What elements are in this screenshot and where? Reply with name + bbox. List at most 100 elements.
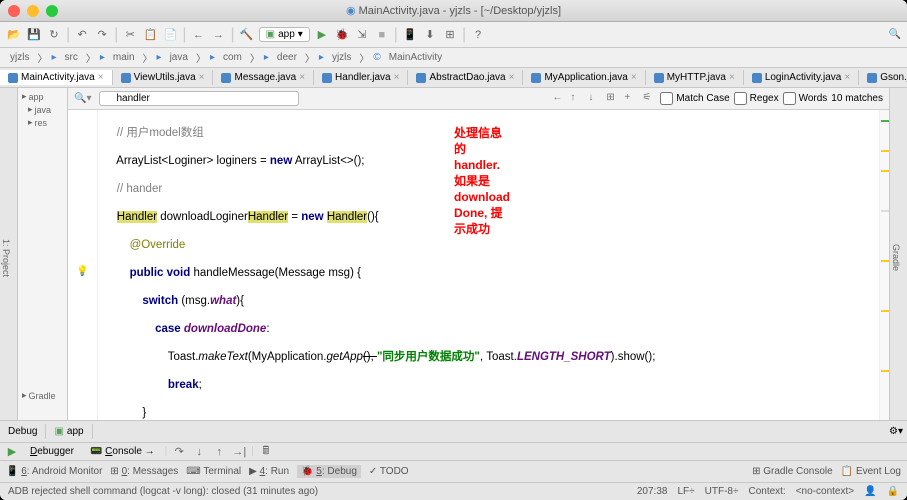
attach-icon[interactable]: ⇲	[354, 27, 370, 43]
ide-window: ◉ MainActivity.java - yjzls - [~/Desktop…	[0, 0, 907, 500]
tw-android[interactable]: 📱 6: Android Monitor	[6, 466, 102, 477]
sync-icon[interactable]: ↻	[46, 27, 62, 43]
tw-todo[interactable]: ✓ TODO	[369, 466, 409, 477]
paste-icon[interactable]: 📄	[162, 27, 178, 43]
code-area: 💡 // 用户model数组 ArrayList<Loginer> logine…	[68, 110, 889, 420]
structure-icon[interactable]: ⊞	[442, 27, 458, 43]
debugger-tab[interactable]: DDebuggerebugger	[24, 445, 80, 458]
tw-gradle-console[interactable]: ⊞ Gradle Console	[752, 466, 833, 477]
tw-messages[interactable]: ⊞ 0: Messages	[110, 466, 178, 477]
annotation: 如果是	[454, 174, 490, 188]
redo-icon[interactable]: ↷	[94, 27, 110, 43]
inspection-icon[interactable]: 👤	[864, 486, 876, 497]
debug-tabs: ▶ DDebuggerebugger 📟 Console → | ↷ ↓ ↑ →…	[0, 442, 907, 460]
next-match-icon[interactable]: ↑	[570, 92, 584, 106]
debug-icon[interactable]: 🐞	[334, 27, 350, 43]
back-icon[interactable]: ←	[190, 27, 206, 43]
match-case-checkbox[interactable]: Match Case	[660, 92, 729, 105]
status-message: ADB rejected shell command (logcat -v lo…	[8, 486, 318, 497]
breadcrumb-seg[interactable]: src	[60, 51, 81, 64]
run-icon[interactable]: ▶	[314, 27, 330, 43]
copy-icon[interactable]: 📋	[142, 27, 158, 43]
annotation: 的	[454, 142, 466, 156]
prev-match-icon[interactable]: ←	[552, 92, 566, 106]
tw-run[interactable]: ▶ 4: Run	[249, 466, 289, 477]
forward-icon[interactable]: →	[210, 27, 226, 43]
context-label: Context:	[748, 486, 785, 497]
next-match-icon[interactable]: ↓	[588, 92, 602, 106]
breadcrumb-seg[interactable]: deer	[273, 51, 301, 64]
regex-checkbox[interactable]: Regex	[734, 92, 779, 105]
evaluate-icon[interactable]: 🖩	[258, 444, 274, 460]
debug-label: Debug	[0, 424, 46, 439]
intention-bulb-icon[interactable]: 💡	[76, 266, 88, 277]
add-selection-icon[interactable]: +	[624, 92, 638, 106]
tab-mainactivity[interactable]: MainActivity.java×	[0, 70, 113, 85]
tab-abstractdao[interactable]: AbstractDao.java×	[408, 70, 523, 85]
toolwindow-gradle[interactable]: Gradle	[890, 240, 902, 275]
project-panel: ▸ app ▸ java ▸ res ▸ Gradle	[18, 88, 68, 420]
close-button[interactable]	[8, 5, 20, 17]
cursor-position[interactable]: 207:38	[637, 486, 668, 497]
breadcrumb-seg[interactable]: MainActivity	[385, 51, 446, 64]
file-encoding[interactable]: UTF-8÷	[705, 486, 739, 497]
minimize-button[interactable]	[27, 5, 39, 17]
lock-icon[interactable]: 🔒	[887, 486, 899, 497]
run-config-selector[interactable]: ▣app▾	[259, 27, 310, 42]
project-node[interactable]: ▸ Gradle	[20, 389, 65, 402]
breadcrumb-seg[interactable]: com	[219, 51, 246, 64]
project-node[interactable]: ▸ java	[20, 103, 65, 116]
avd-icon[interactable]: 📱	[402, 27, 418, 43]
tab-loginactivity[interactable]: LoginActivity.java×	[744, 70, 859, 85]
line-separator[interactable]: LF÷	[677, 486, 694, 497]
gutter[interactable]: 💡	[68, 110, 98, 420]
breadcrumb-seg[interactable]: yjzls	[328, 51, 355, 64]
breadcrumb-seg[interactable]: yjzls	[6, 51, 33, 64]
run-to-cursor-icon[interactable]: →|	[231, 444, 247, 460]
stop-icon[interactable]: ■	[374, 27, 390, 43]
context-value[interactable]: <no-context>	[796, 486, 854, 497]
window-controls	[8, 5, 58, 17]
code-editor[interactable]: // 用户model数组 ArrayList<Loginer> loginers…	[98, 110, 879, 420]
project-node[interactable]: ▸ res	[20, 116, 65, 129]
help-icon[interactable]: ?	[470, 27, 486, 43]
debug-session[interactable]: ▣app	[46, 424, 92, 439]
step-into-icon[interactable]: ↓	[191, 444, 207, 460]
resume-icon[interactable]: ▶	[4, 444, 20, 460]
words-checkbox[interactable]: Words	[783, 92, 828, 105]
step-over-icon[interactable]: ↷	[171, 444, 187, 460]
open-icon[interactable]: 📂	[6, 27, 22, 43]
breadcrumb-seg[interactable]: java	[166, 51, 192, 64]
cut-icon[interactable]: ✂	[122, 27, 138, 43]
error-stripe[interactable]	[879, 110, 889, 420]
build-icon[interactable]: 🔨	[239, 27, 255, 43]
tw-terminal[interactable]: ⌨ Terminal	[186, 466, 241, 477]
console-tab[interactable]: 📟 Console →	[84, 445, 161, 458]
tab-handler[interactable]: Handler.java×	[314, 70, 408, 85]
tab-gson[interactable]: Gson.java×	[859, 70, 907, 85]
tab-myapplication[interactable]: MyApplication.java×	[523, 70, 645, 85]
breadcrumb-seg[interactable]: main	[109, 51, 139, 64]
tab-myhttp[interactable]: MyHTTP.java×	[646, 70, 744, 85]
tab-viewutils[interactable]: ViewUtils.java×	[113, 70, 214, 85]
maximize-button[interactable]	[46, 5, 58, 17]
save-icon[interactable]: 💾	[26, 27, 42, 43]
step-out-icon[interactable]: ↑	[211, 444, 227, 460]
filter-icon[interactable]: ⚟	[642, 92, 656, 106]
select-all-icon[interactable]: ⊞	[606, 92, 620, 106]
annotation: Done, 提	[454, 206, 503, 220]
annotation: handler.	[454, 158, 500, 172]
toolwindow-project[interactable]: 1: Project	[0, 235, 12, 281]
main-area: 1: Project 2: Structure Captures Build V…	[0, 88, 907, 420]
tw-debug[interactable]: 🐞 5: Debug	[297, 465, 361, 478]
tab-message[interactable]: Message.java×	[213, 70, 314, 85]
annotation: 示成功	[454, 222, 490, 236]
settings-icon[interactable]: ⚙▾	[885, 426, 907, 437]
undo-icon[interactable]: ↶	[74, 27, 90, 43]
sdk-icon[interactable]: ⬇	[422, 27, 438, 43]
main-toolbar: 📂 💾 ↻ | ↶ ↷ | ✂ 📋 📄 | ← → | 🔨 ▣app▾ ▶ 🐞 …	[0, 22, 907, 48]
project-root[interactable]: ▸ app	[20, 90, 65, 103]
annotation: 处理信息	[454, 126, 502, 140]
find-input[interactable]	[99, 91, 299, 106]
tw-event-log[interactable]: 📋 Event Log	[841, 466, 901, 477]
